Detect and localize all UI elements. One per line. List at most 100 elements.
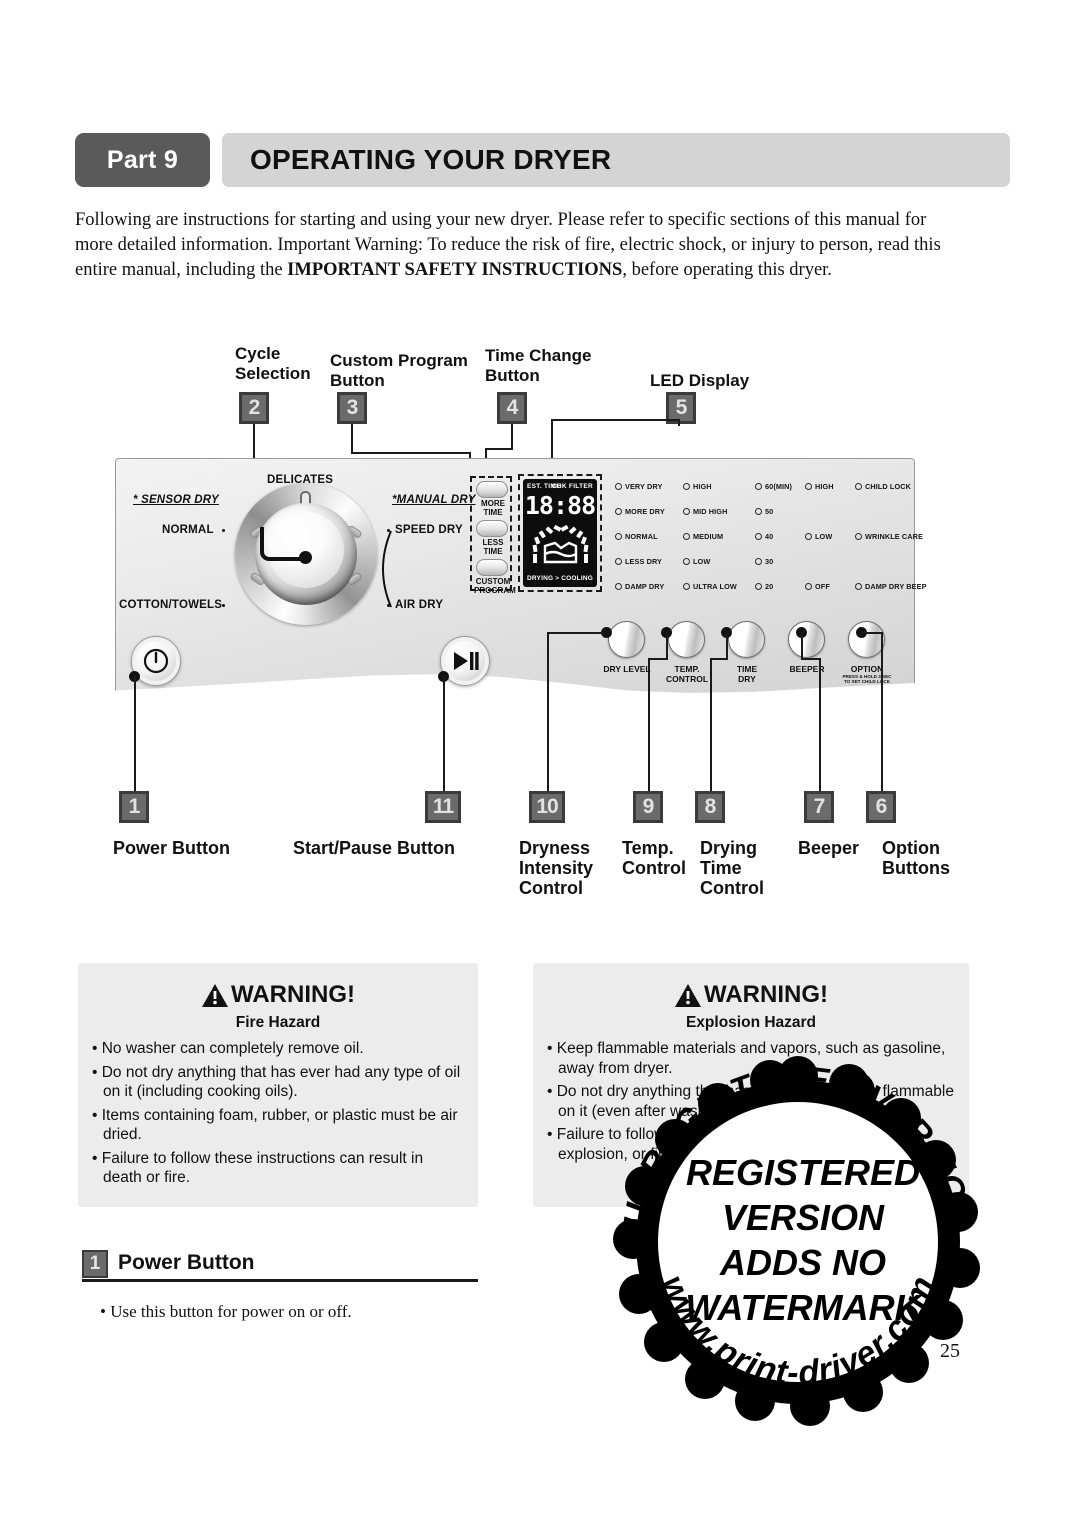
intro-bold-phrase: IMPORTANT SAFETY INSTRUCTIONS: [287, 260, 623, 280]
beeper-knob[interactable]: [788, 621, 825, 658]
indicator-label: MORE DRY: [625, 507, 665, 516]
indicator-beeper-high[interactable]: HIGH: [805, 482, 834, 491]
leader-line-6b: [881, 632, 883, 791]
beeper-label: BEEPER: [789, 664, 825, 674]
warning-heading: WARNING!: [78, 981, 478, 1009]
indicator-label: ULTRA LOW: [693, 582, 737, 591]
unregistered-version-watermark: UNREGISTERED VERSION www.print-driver.co…: [598, 1042, 998, 1442]
led-ring-icon: [683, 483, 690, 490]
leader-line-9c: [648, 658, 650, 791]
leader-line-5a: [551, 419, 680, 421]
dial-pointer-line: [260, 527, 302, 561]
warning-subheading: Fire Hazard: [235, 1014, 321, 1031]
temp-control-knob[interactable]: [668, 621, 705, 658]
less-time-button[interactable]: [476, 520, 508, 537]
indicator-label: 20: [765, 582, 774, 591]
indicator-child-lock[interactable]: CHILD LOCK: [855, 482, 911, 491]
drum-progress-icon: [532, 524, 589, 564]
more-time-label: MORE TIME: [481, 499, 505, 517]
led-ring-icon: [855, 533, 862, 540]
badge-number: 9: [642, 795, 655, 818]
dial-tick-normal: [222, 529, 225, 532]
indicator-label: CHILD LOCK: [865, 482, 911, 491]
indicator-wrinkle-care[interactable]: WRINKLE CARE: [855, 532, 923, 541]
indicator-label: DAMP DRY: [625, 582, 665, 591]
section-title: Power Button: [118, 1251, 255, 1274]
intro-line-2: more detailed information. Important War…: [75, 235, 910, 255]
indicator-label: MID HIGH: [693, 507, 728, 516]
indicator-label: NORMAL: [625, 532, 658, 541]
power-button-section: 1 Power Button • Use this button for pow…: [82, 1250, 482, 1322]
led-chk-filter-label: CHK FILTER: [551, 483, 593, 490]
leader-line-9b: [648, 658, 668, 660]
option-knob[interactable]: [848, 621, 885, 658]
part-badge-label: Part 9: [106, 145, 179, 174]
dial-group-manual-dry: *MANUAL DRY: [392, 494, 476, 506]
more-time-button[interactable]: [476, 481, 508, 498]
indicator-temp-ultra-low[interactable]: ULTRA LOW: [683, 582, 737, 591]
badge-number: 8: [704, 795, 717, 818]
callout-label-custom-program: Custom Program Button: [330, 351, 468, 390]
indicator-beeper-low[interactable]: LOW: [805, 532, 832, 541]
warning-box-fire-hazard: WARNING! Fire Hazard No washer can compl…: [78, 963, 478, 1207]
badge-number: 5: [675, 396, 688, 419]
indicator-label: 50: [765, 507, 774, 516]
indicator-time-40[interactable]: 40: [755, 532, 773, 541]
led-screen: EST. TIME CHK FILTER 18:88 DRYING > COOL…: [523, 479, 597, 587]
indicator-time-30[interactable]: 30: [755, 557, 773, 566]
indicator-less-dry[interactable]: LESS DRY: [615, 557, 662, 566]
temp-control-label: TEMP. CONTROL: [665, 664, 709, 684]
indicator-beeper-off[interactable]: OFF: [805, 582, 830, 591]
warning-item: Failure to follow these instructions can…: [92, 1149, 466, 1188]
dial-label-normal: NORMAL: [162, 524, 214, 536]
page-number: 25: [940, 1340, 960, 1362]
led-ring-icon: [755, 583, 762, 590]
control-panel-diagram: Cycle Selection Custom Program Button Ti…: [0, 330, 1080, 910]
indicator-damp-dry-beep[interactable]: DAMP DRY BEEP: [855, 582, 927, 591]
leader-line-3a: [351, 424, 353, 452]
intro-line-3-post: , before operating this dryer.: [622, 260, 832, 280]
indicator-time-20[interactable]: 20: [755, 582, 773, 591]
leader-line-8a: [726, 632, 728, 658]
custom-program-label: CUSTOM PROGRAM: [474, 577, 516, 595]
option-label-main: OPTION: [850, 664, 884, 674]
callout-badge-8: 8: [695, 791, 725, 823]
badge-number: 6: [875, 795, 888, 818]
led-time-digits: 18:88: [524, 491, 596, 520]
custom-program-button[interactable]: [476, 559, 508, 576]
indicator-very-dry[interactable]: VERY DRY: [615, 482, 662, 491]
bottom-label-temp-control: Temp. Control: [622, 838, 686, 878]
indicator-temp-mid-high[interactable]: MID HIGH: [683, 507, 727, 516]
cycle-selection-dial[interactable]: [235, 483, 377, 625]
warning-heading-text: WARNING!: [704, 981, 828, 1008]
led-ring-icon: [615, 583, 622, 590]
dry-level-knob[interactable]: [608, 621, 645, 658]
indicator-time-50[interactable]: 50: [755, 507, 773, 516]
leader-line-10b: [547, 632, 549, 791]
indicator-temp-high[interactable]: HIGH: [683, 482, 712, 491]
dial-label-cotton-towels: COTTON/TOWELS: [119, 599, 223, 611]
led-ring-icon: [855, 483, 862, 490]
leader-line-3b: [351, 452, 470, 454]
badge-number: 1: [128, 795, 141, 818]
callout-badge-1: 1: [119, 791, 149, 823]
callout-badge-9: 9: [633, 791, 663, 823]
warning-item: No washer can completely remove oil.: [92, 1039, 466, 1059]
time-dry-knob[interactable]: [728, 621, 765, 658]
indicator-label: WRINKLE CARE: [865, 532, 923, 541]
badge-number: 11: [432, 795, 454, 818]
callout-badge-7: 7: [804, 791, 834, 823]
indicator-damp-dry[interactable]: DAMP DRY: [615, 582, 664, 591]
led-ring-icon: [755, 558, 762, 565]
led-ring-icon: [615, 508, 622, 515]
watermark-center-line-3: ADDS NO: [719, 1242, 886, 1283]
indicator-temp-medium[interactable]: MEDIUM: [683, 532, 723, 541]
indicator-label: 30: [765, 557, 774, 566]
callout-badge-11: 11: [425, 791, 461, 823]
indicator-temp-low[interactable]: LOW: [683, 557, 710, 566]
section-badge: 1: [82, 1250, 108, 1278]
indicator-normal[interactable]: NORMAL: [615, 532, 658, 541]
indicator-more-dry[interactable]: MORE DRY: [615, 507, 665, 516]
watermark-center-line-4: WATERMARK: [685, 1287, 923, 1328]
indicator-time-60[interactable]: 60(MIN): [755, 482, 792, 491]
